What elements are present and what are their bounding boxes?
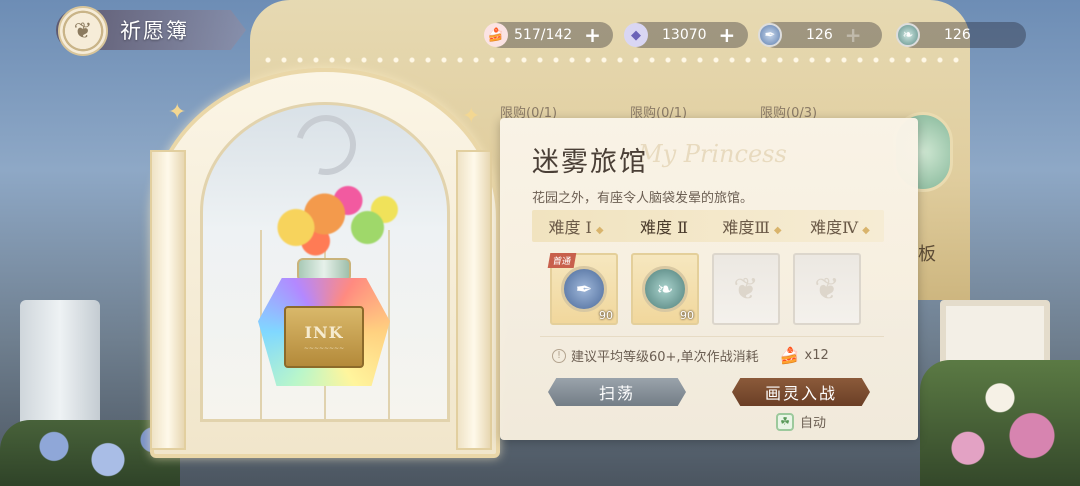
diamond-dot-icon: ◆: [862, 225, 870, 236]
tab-difficulty-3[interactable]: 难度Ⅲ ◆: [708, 214, 796, 238]
diamond-dot-icon: ◆: [773, 225, 782, 236]
sparkle-icon: ✦: [462, 104, 481, 129]
reward-list: 首通 ✒ 90 ❧ 90 ❦ ❦: [547, 253, 861, 325]
resource-feather-value: 126: [806, 27, 833, 43]
resource-cake: 🍰 517/142 +: [484, 22, 613, 48]
placeholder-leaf-icon: ❦: [814, 271, 840, 307]
divider: [540, 336, 884, 337]
reward-slot-empty: ❦: [712, 253, 780, 325]
tab-difficulty-4[interactable]: 难度Ⅳ ◆: [796, 214, 884, 238]
battle-button[interactable]: 画灵入战: [732, 378, 870, 406]
right-pillar: [456, 150, 492, 450]
resource-leaf-value: 126: [944, 27, 971, 43]
auto-toggle[interactable]: ☘ 自动: [776, 412, 826, 431]
stage-tip: ! 建议平均等级60+,单次作战消耗 🍰 x12: [552, 346, 829, 365]
auto-label: 自动: [800, 416, 827, 431]
diamond-icon: ◆: [624, 23, 648, 47]
tab-label: 难度 Ⅰ: [548, 218, 592, 237]
reward-quantity: 90: [680, 309, 694, 322]
sparkle-icon: ✦: [168, 100, 187, 125]
tab-difficulty-2[interactable]: 难度 Ⅱ: [620, 214, 708, 238]
cake-icon: 🍰: [484, 23, 508, 47]
feather-token-icon: ✒: [758, 23, 782, 47]
placeholder-leaf-icon: ❦: [733, 271, 759, 307]
reward-item[interactable]: 首通 ✒ 90: [547, 253, 618, 325]
auto-checkbox-icon: ☘: [776, 412, 794, 431]
reward-item[interactable]: ❧ 90: [631, 253, 699, 325]
cost-value: x12: [804, 348, 829, 363]
butterfly-icon[interactable]: ❦: [58, 6, 108, 56]
add-cake-button[interactable]: +: [584, 23, 601, 47]
sweep-label: 扫荡: [598, 384, 635, 403]
stage-title: 迷雾旅馆: [532, 147, 648, 178]
background-board-char: 板: [918, 244, 936, 265]
tab-label: 难度Ⅲ: [722, 218, 770, 237]
difficulty-tabs: 难度 Ⅰ ◆ 难度 Ⅱ 难度Ⅲ ◆ 难度Ⅳ ◆: [532, 210, 884, 242]
tip-text: 建议平均等级60+,单次作战消耗: [571, 350, 759, 365]
resource-cake-value: 517/142: [514, 27, 573, 43]
tab-difficulty-1[interactable]: 难度 Ⅰ ◆: [532, 214, 620, 238]
background-pearl-trim: [260, 56, 960, 64]
leaf-token-icon: ❧: [642, 266, 688, 312]
tab-label: 难度Ⅳ: [810, 218, 859, 237]
resource-diamond-value: 13070: [662, 27, 707, 43]
ink-bottle-label: INK ~~~~~~~~: [284, 306, 364, 368]
page-title: 祈愿簿: [120, 19, 189, 43]
diamond-dot-icon: ◆: [595, 225, 604, 236]
reward-quantity: 90: [599, 309, 613, 322]
left-pillar: [150, 150, 186, 450]
background-flowers-right: [920, 360, 1080, 486]
ink-label-decoration: ~~~~~~~~: [303, 344, 345, 352]
battle-label: 画灵入战: [764, 384, 837, 403]
leaf-token-icon: ❧: [896, 23, 920, 47]
resource-leaf-token: ❧ 126: [896, 22, 1026, 48]
add-feather-button[interactable]: +: [845, 23, 862, 47]
stage-description: 花园之外，有座令人脑袋发晕的旅馆。: [532, 191, 754, 206]
feather-token-icon: ✒: [561, 266, 607, 312]
sweep-button[interactable]: 扫荡: [548, 378, 686, 406]
card-watermark: My Princess: [638, 140, 787, 168]
cake-icon: 🍰: [779, 346, 800, 365]
tab-label: 难度 Ⅱ: [640, 218, 688, 237]
resource-diamond: ◆ 13070 +: [624, 22, 748, 48]
ink-label-text: INK: [304, 322, 344, 342]
resource-feather-token: ✒ 126 +: [758, 22, 882, 48]
warning-icon: !: [552, 348, 566, 363]
add-diamond-button[interactable]: +: [719, 23, 736, 47]
reward-slot-empty: ❦: [793, 253, 861, 325]
flower-bouquet: [270, 178, 400, 268]
first-clear-badge: 首通: [547, 253, 577, 268]
